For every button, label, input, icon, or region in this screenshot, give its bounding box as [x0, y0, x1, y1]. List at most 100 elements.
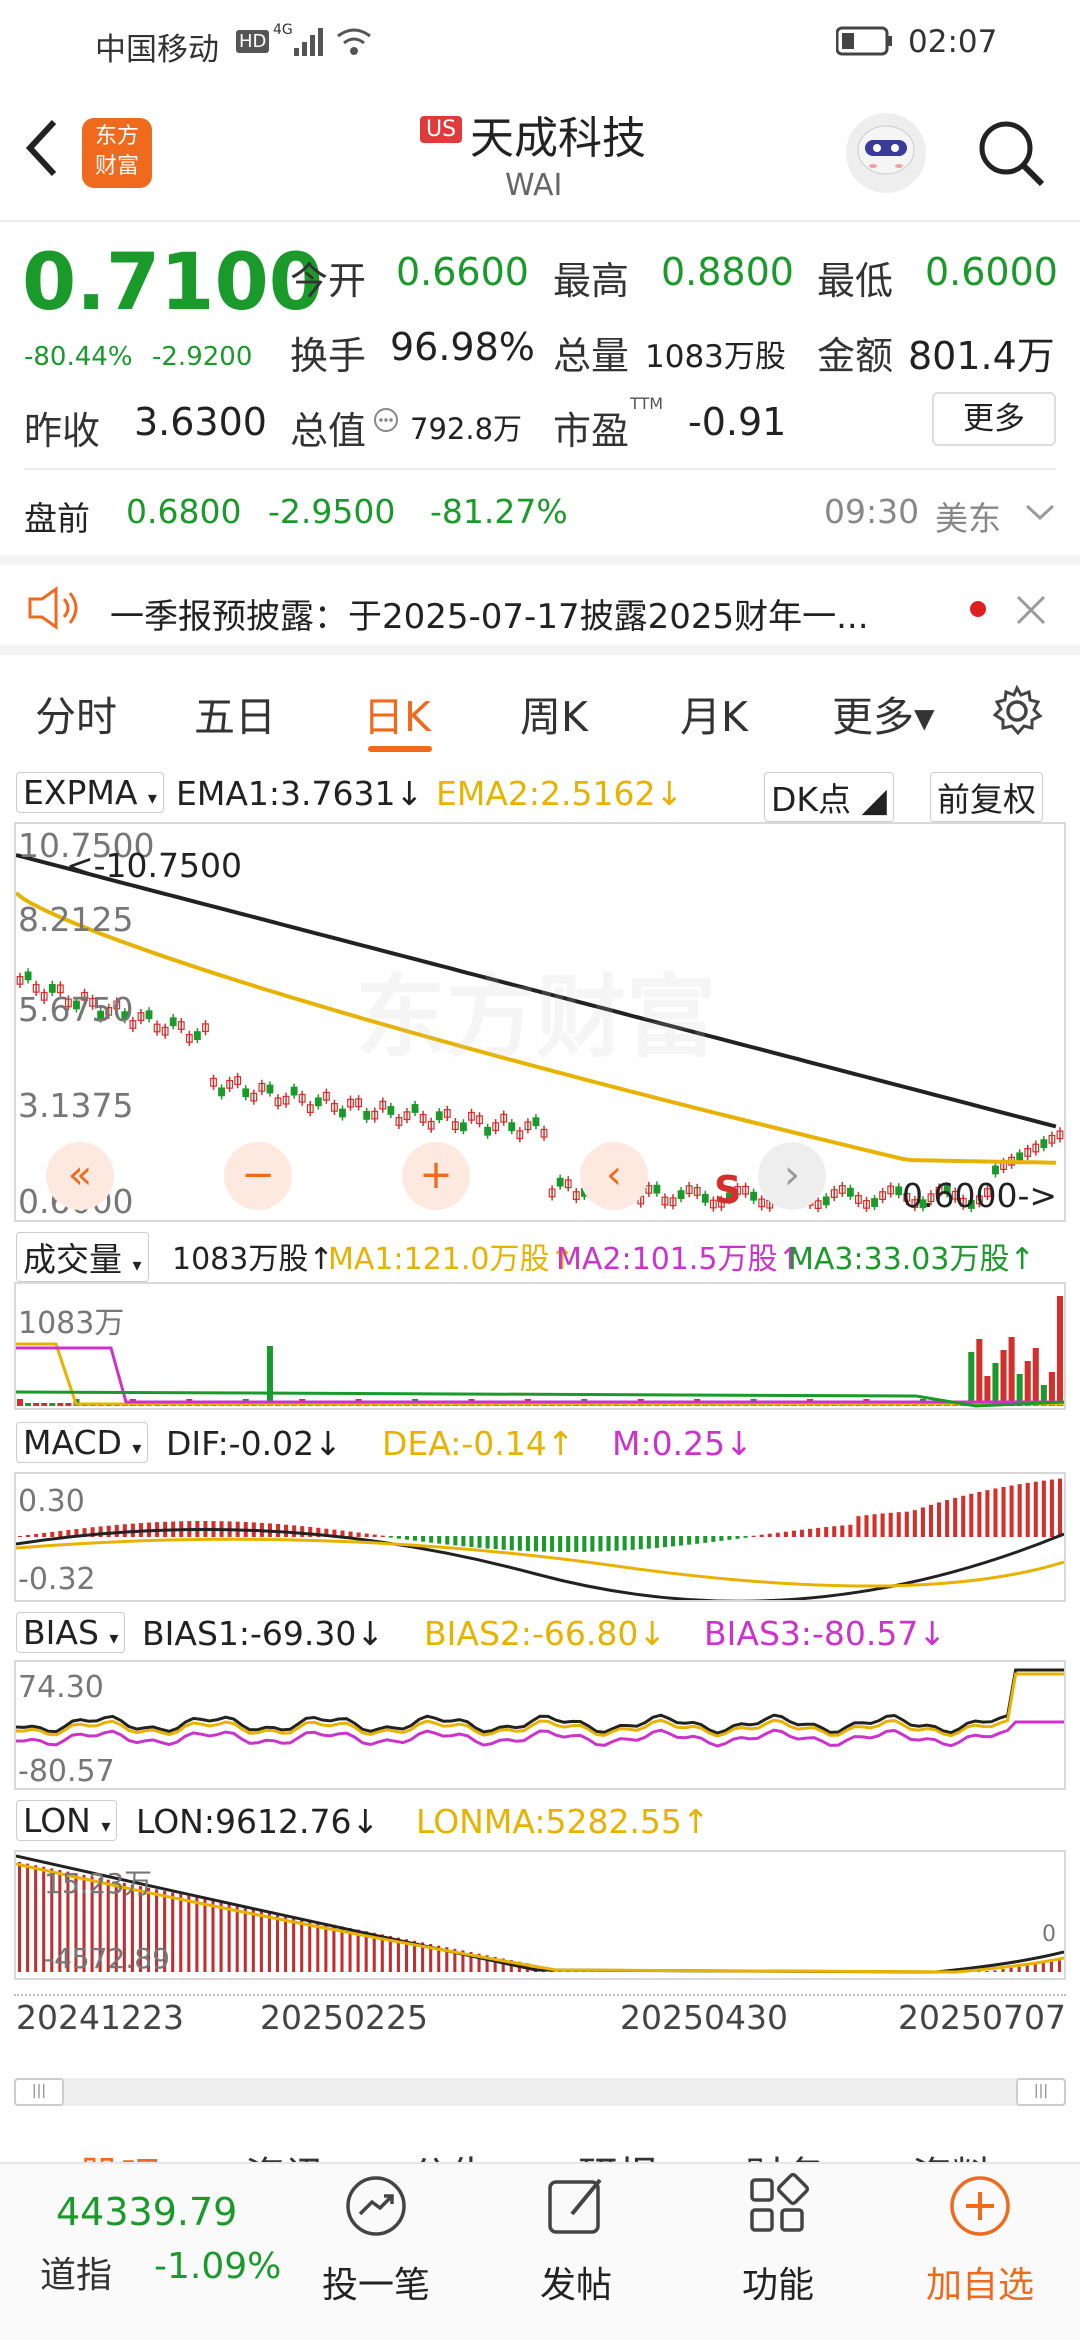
macd-bar: [421, 1536, 426, 1542]
app-logo[interactable]: 东方 财富: [82, 118, 152, 188]
macd-dea: DEA:-0.14↑: [382, 1424, 575, 1463]
bias-chart[interactable]: [16, 1662, 1064, 1788]
lon-bar: [1049, 1961, 1053, 1972]
zoom-out-button[interactable]: −: [224, 1142, 292, 1210]
range-handle-right[interactable]: |||: [1016, 2078, 1066, 2106]
candle-body: [387, 1106, 395, 1115]
section-tab-reports[interactable]: 研报: [578, 2144, 658, 2164]
section-tab-profile[interactable]: 资料: [912, 2144, 992, 2164]
bias-panel[interactable]: 74.30 -80.57: [14, 1660, 1066, 1790]
plus-circle-icon: [950, 2176, 1010, 2236]
back-icon[interactable]: [22, 118, 62, 178]
price-adjust-button[interactable]: 前复权: [930, 772, 1043, 822]
volume-panel[interactable]: 1083万: [14, 1282, 1066, 1410]
post-label: 发帖: [539, 2265, 612, 2306]
macd-bar: [1057, 1478, 1062, 1537]
macd-bar: [928, 1504, 934, 1537]
volume-bar: [976, 1339, 983, 1406]
lon-bar: [284, 1915, 288, 1972]
status-bar: 中国移动 HD 4G 02:07: [0, 0, 1080, 80]
bias1-value: BIAS1:-69.30↓: [142, 1614, 385, 1653]
more-button[interactable]: 更多: [932, 392, 1056, 446]
macd-bar: [961, 1495, 966, 1537]
zoom-in-button[interactable]: +: [402, 1142, 470, 1210]
carrier-label: 中国移动: [95, 32, 219, 68]
post-button[interactable]: 发帖: [496, 2172, 656, 2332]
chevron-down-icon[interactable]: [1024, 500, 1056, 524]
add-watchlist-button[interactable]: 加自选: [900, 2172, 1060, 2332]
robot-assistant-icon[interactable]: [843, 110, 929, 196]
candle-body: [677, 1190, 685, 1200]
macd-bar: [50, 1531, 55, 1537]
macd-bar: [493, 1536, 498, 1550]
macd-bar: [114, 1524, 119, 1537]
lon-bar: [1017, 1966, 1021, 1972]
section-tab-financials[interactable]: 财务: [745, 2144, 825, 2164]
lon-axis-top: 15.23万: [44, 1867, 153, 1900]
volume-chart[interactable]: [16, 1284, 1064, 1408]
lon-bar: [300, 1918, 304, 1972]
macd-selector[interactable]: MACD ▾: [16, 1422, 149, 1463]
functions-label: 功能: [741, 2265, 814, 2306]
macd-bar: [751, 1535, 756, 1537]
close-icon[interactable]: [1014, 593, 1048, 627]
section-tab-news[interactable]: 资讯: [245, 2144, 325, 2164]
macd-bar: [703, 1536, 708, 1543]
macd-bar: [912, 1510, 917, 1537]
macd-panel[interactable]: 0.30 -0.32: [14, 1472, 1066, 1602]
macd-bar: [654, 1536, 659, 1548]
index-ticker[interactable]: 44339.79 道指 -1.09%: [0, 2164, 300, 2340]
expma-selector[interactable]: EXPMA ▾: [16, 772, 164, 813]
kline-panel[interactable]: 东方财富 10.7500 <-10.7500 8.2125 5.6750 3.1…: [14, 822, 1066, 1222]
scroll-far-left-button[interactable]: «: [46, 1142, 114, 1210]
lon-selector[interactable]: LON ▾: [16, 1800, 118, 1841]
section-tab-announcements[interactable]: 公告: [410, 2144, 490, 2164]
bias1-line: [16, 1668, 1064, 1735]
tab-monthly-k[interactable]: 月K: [680, 683, 748, 743]
candle-body: [532, 1117, 540, 1127]
lon-axis-zero: 0: [1042, 1922, 1056, 1947]
candle-body: [992, 1165, 999, 1175]
lon-chart[interactable]: [16, 1852, 1064, 1978]
lon-bar: [251, 1908, 255, 1972]
tab-five-day[interactable]: 五日: [194, 683, 276, 743]
section-tab-forum[interactable]: 股吧: [80, 2144, 160, 2164]
macd-bar: [646, 1536, 651, 1549]
macd-chart[interactable]: [16, 1474, 1064, 1600]
tab-more[interactable]: 更多▾: [832, 683, 935, 743]
scroll-right-button[interactable]: ›: [758, 1142, 826, 1210]
notice-bar[interactable]: 一季报预披露：于2025-07-17披露2025财年一...: [0, 555, 1080, 655]
bias-selector[interactable]: BIAS ▾: [16, 1612, 126, 1653]
scroll-left-button[interactable]: ‹: [580, 1142, 648, 1210]
macd-bar: [542, 1536, 547, 1552]
lon-bar: [259, 1910, 263, 1972]
dk-point-button[interactable]: DK点 ◢: [764, 772, 894, 822]
functions-button[interactable]: 功能: [698, 2172, 858, 2332]
volume-selector[interactable]: 成交量 ▾: [16, 1232, 149, 1282]
range-handle-left[interactable]: |||: [14, 2078, 64, 2106]
macd-bar: [743, 1536, 748, 1538]
info-icon[interactable]: [372, 406, 400, 434]
unread-dot: [970, 601, 986, 617]
lon-bar: [203, 1898, 207, 1972]
lon-panel[interactable]: 15.23万 -4572.89 0: [14, 1850, 1066, 1980]
volume-label: 总量: [553, 334, 630, 378]
range-scrollbar[interactable]: ||| |||: [14, 2078, 1066, 2106]
macd-bar: [848, 1524, 853, 1537]
macd-bar: [840, 1525, 845, 1537]
gear-icon[interactable]: [990, 684, 1044, 738]
invest-button[interactable]: 投一笔: [296, 2172, 456, 2332]
tab-daily-k[interactable]: 日K: [363, 683, 431, 743]
candle-body: [169, 1017, 177, 1027]
macd-bar: [856, 1516, 861, 1537]
ticker: WAI: [505, 168, 563, 203]
lon-bar: [227, 1903, 231, 1972]
ema2-value: EMA2:2.5162↓: [436, 774, 684, 813]
search-icon[interactable]: [974, 116, 1048, 190]
tab-intraday[interactable]: 分时: [35, 683, 117, 743]
y-label-4: 3.1375: [18, 1086, 134, 1125]
macd-bar: [993, 1488, 998, 1537]
lon-bar: [18, 1862, 22, 1972]
candle-body: [363, 1110, 371, 1120]
tab-weekly-k[interactable]: 周K: [520, 683, 588, 743]
